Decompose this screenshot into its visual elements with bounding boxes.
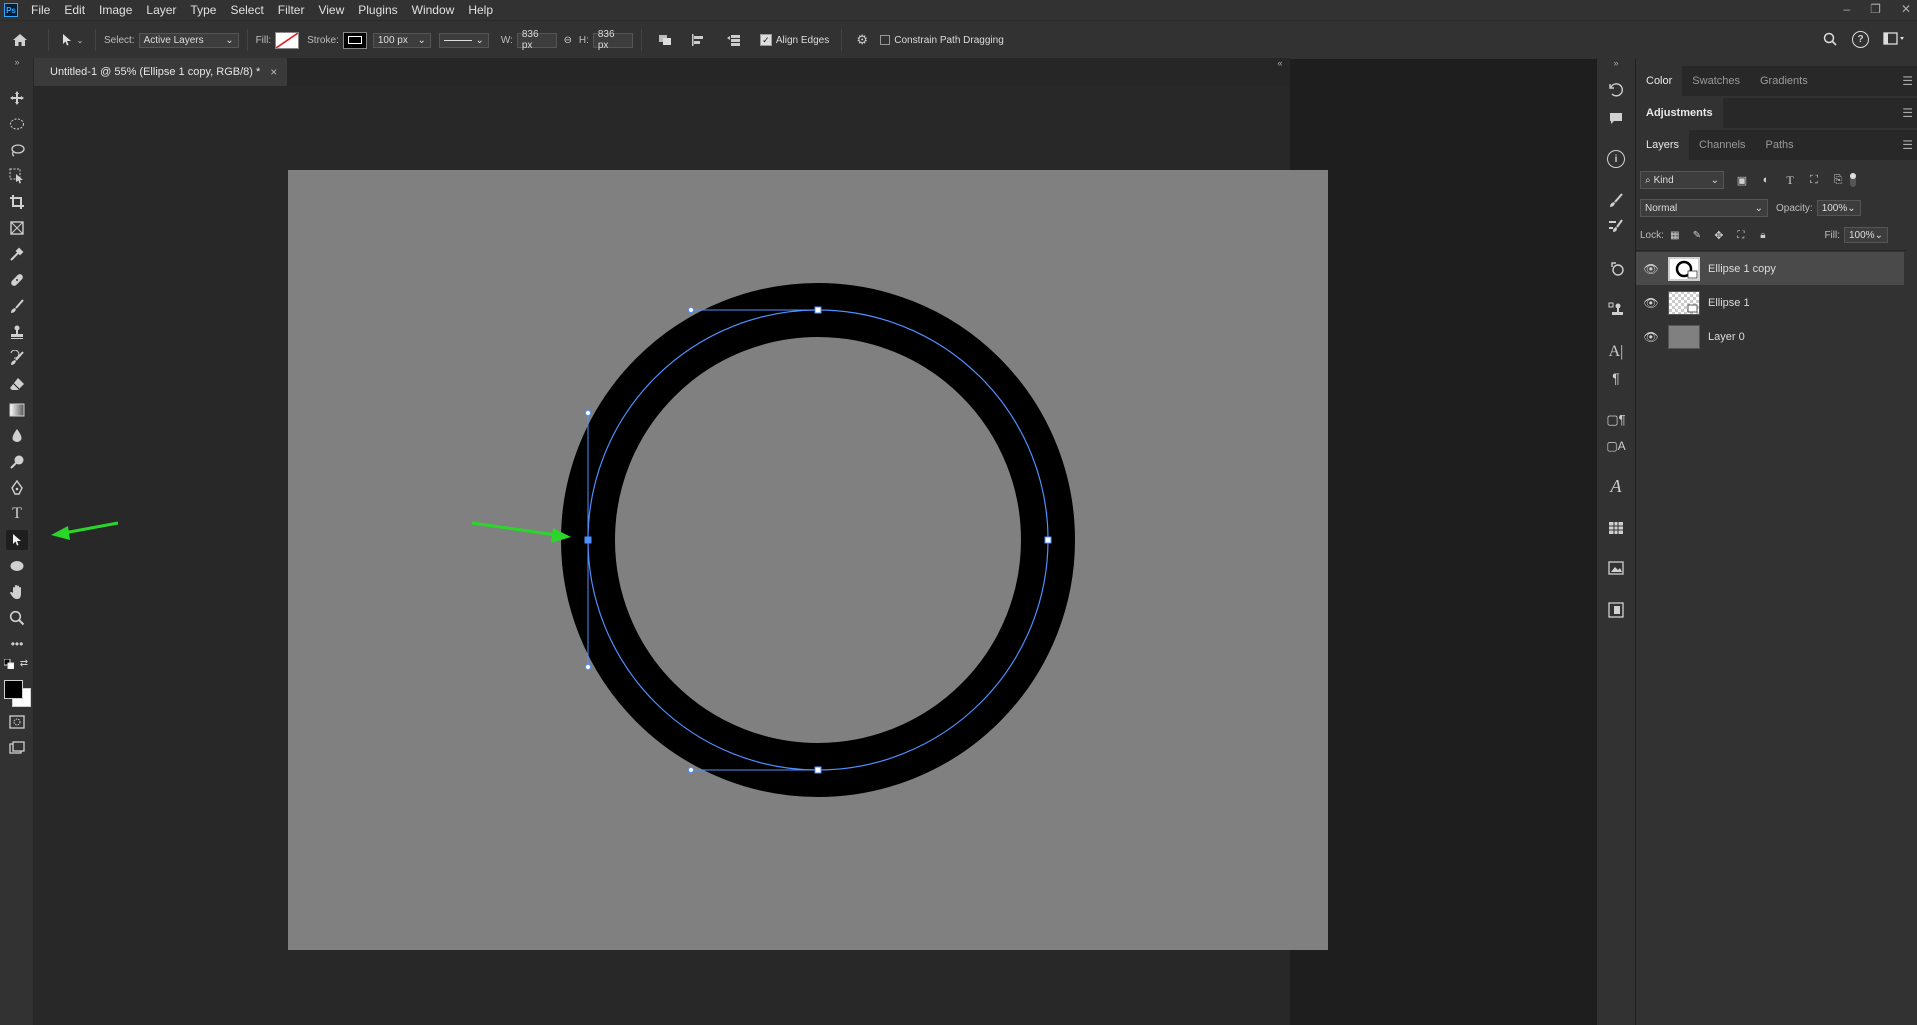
opacity-field[interactable]: 100% ⌄ (1816, 200, 1861, 216)
paragraph-styles-icon[interactable]: ▢¶ (1606, 410, 1626, 430)
lock-row: Lock: ▦ ✎ ✥ ⛶ 🔒︎ Fill: 100% ⌄ (1640, 225, 1908, 245)
character-icon[interactable]: A| (1606, 342, 1626, 362)
lock-artboard-icon[interactable]: ⛶ (1730, 230, 1752, 241)
tab-gradients[interactable]: Gradients (1750, 66, 1818, 96)
tab-channels[interactable]: Channels (1689, 130, 1755, 160)
layer-name: Layer 0 (1708, 330, 1745, 343)
layer-row-ellipse-1-copy[interactable]: 👁︎ Ellipse 1 copy (1636, 252, 1904, 285)
tab-swatches[interactable]: Swatches (1682, 66, 1750, 96)
history-icon[interactable] (1606, 80, 1626, 100)
lock-image-icon[interactable]: ✎ (1686, 230, 1708, 241)
filter-toggle[interactable] (1850, 173, 1856, 187)
layer-thumbnail (1668, 290, 1700, 315)
filter-pixel-icon[interactable]: ▣ (1730, 174, 1754, 187)
filter-adjustment-icon[interactable]: ◐ (1754, 174, 1778, 186)
control-handle-left-top[interactable] (584, 409, 592, 417)
anchor-point-top[interactable] (814, 306, 822, 314)
chevron-down-icon: ⌄ (1710, 174, 1719, 186)
opacity-value: 100% (1821, 202, 1848, 214)
kind-filter-dropdown[interactable]: ⌕ Kind ⌄ (1640, 171, 1724, 189)
chevron-down-icon: ⌄ (1874, 229, 1883, 241)
comments-icon[interactable] (1606, 108, 1626, 128)
libraries-icon[interactable] (1606, 558, 1626, 578)
paragraph-icon[interactable]: ¶ (1606, 368, 1626, 388)
anchor-point-bottom[interactable] (814, 766, 822, 774)
lock-label: Lock: (1640, 229, 1664, 241)
fill-value: 100% (1849, 229, 1875, 241)
annotation-arrow-toolbar (51, 521, 119, 540)
layer-name: Ellipse 1 copy (1708, 262, 1776, 275)
character-styles-icon[interactable]: ▢A (1606, 436, 1626, 456)
glyphs-icon[interactable]: A (1606, 476, 1626, 496)
layer-name: Ellipse 1 (1708, 296, 1750, 309)
brush-settings-icon[interactable] (1606, 216, 1626, 236)
tab-adjustments[interactable]: Adjustments (1636, 98, 1723, 128)
visibility-eye-icon[interactable]: 👁︎ (1640, 296, 1662, 310)
lock-position-icon[interactable]: ✥ (1708, 229, 1730, 242)
blend-row: Normal ⌄ Opacity: 100% ⌄ (1640, 198, 1908, 218)
layers-panel-tabs: Layers Channels Paths ☰ (1636, 130, 1917, 160)
anchor-point-right[interactable] (1044, 536, 1052, 544)
annotation-arrow-canvas (471, 521, 571, 543)
visibility-eye-icon[interactable]: 👁︎ (1640, 262, 1662, 276)
visibility-eye-icon[interactable]: 👁︎ (1640, 330, 1662, 344)
panel-menu-icon[interactable]: ☰ (1902, 138, 1913, 152)
table-icon[interactable] (1606, 518, 1626, 538)
layer-thumbnail (1668, 324, 1700, 349)
collapse-strip-icon[interactable]: » (1597, 58, 1635, 68)
lock-transparent-icon[interactable]: ▦ (1664, 230, 1686, 241)
lock-all-icon[interactable]: 🔒︎ (1752, 230, 1774, 241)
control-handle-left-bottom[interactable] (584, 663, 592, 671)
filter-smart-object-icon[interactable]: ⎘ (1826, 174, 1850, 187)
control-handle-bottom[interactable] (687, 766, 695, 774)
blend-mode-value: Normal (1645, 202, 1678, 214)
right-panels: Color Swatches Gradients ☰ Adjustments ☰… (1636, 58, 1917, 1025)
opacity-label: Opacity: (1776, 202, 1813, 214)
fill-field[interactable]: 100% ⌄ (1844, 227, 1888, 243)
filter-type-icon[interactable]: T (1778, 173, 1802, 188)
panel-menu-icon[interactable]: ☰ (1902, 106, 1913, 120)
info-icon[interactable]: i (1607, 150, 1625, 168)
clone-source-icon[interactable] (1606, 258, 1626, 278)
kind-filter-value: Kind (1653, 174, 1674, 186)
fill-label: Fill: (1824, 229, 1840, 241)
chevron-down-icon: ⌄ (1847, 202, 1856, 214)
chevron-down-icon: ⌄ (1754, 202, 1763, 214)
panel-icon-strip: » i A| ¶ ▢¶ ▢A A (1596, 58, 1635, 1025)
adjustments-panel-tabs: Adjustments ☰ (1636, 98, 1917, 128)
learn-icon[interactable] (1606, 600, 1626, 620)
tab-color[interactable]: Color (1636, 66, 1683, 96)
tab-layers[interactable]: Layers (1636, 130, 1690, 160)
layer-thumbnail (1668, 256, 1700, 281)
tool-presets-icon[interactable] (1606, 300, 1626, 320)
layer-row-layer-0[interactable]: 👁︎ Layer 0 (1636, 320, 1904, 353)
divider (1636, 250, 1906, 251)
tab-paths[interactable]: Paths (1756, 130, 1804, 160)
ring-shape[interactable] (561, 283, 1075, 797)
search-icon: ⌕ (1645, 174, 1651, 186)
filter-shape-icon[interactable]: ⛶ (1802, 174, 1826, 187)
panel-menu-icon[interactable]: ☰ (1902, 74, 1913, 88)
anchor-point-left-selected[interactable] (584, 536, 592, 544)
brushes-icon[interactable] (1606, 190, 1626, 210)
color-panel-tabs: Color Swatches Gradients ☰ (1636, 66, 1917, 96)
blend-mode-dropdown[interactable]: Normal ⌄ (1640, 199, 1768, 217)
foreground-color-swatch[interactable] (4, 680, 23, 699)
control-handle-top[interactable] (687, 306, 695, 314)
layer-filter-row: ⌕ Kind ⌄ ▣ ◐ T ⛶ ⎘ (1640, 170, 1908, 190)
layer-row-ellipse-1[interactable]: 👁︎ Ellipse 1 (1636, 286, 1904, 319)
